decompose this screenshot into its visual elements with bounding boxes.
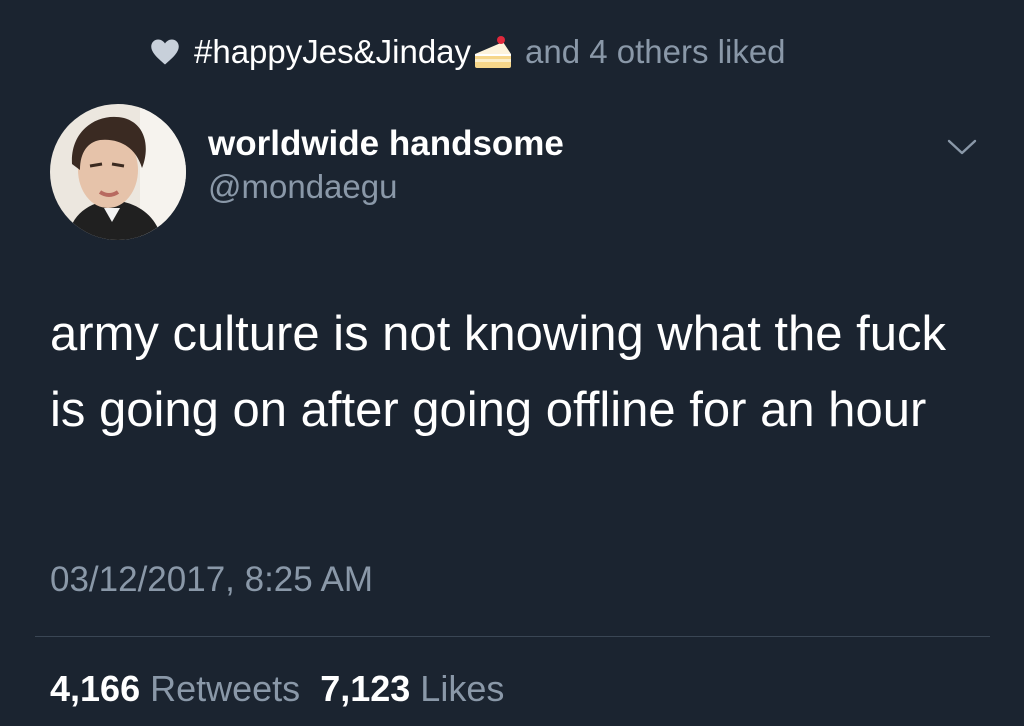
cake-icon	[475, 36, 512, 68]
tweet-author[interactable]: worldwide handsome @mondaegu	[50, 104, 564, 240]
tweet-timestamp: 03/12/2017, 8:25 AM	[50, 560, 374, 599]
chevron-down-icon[interactable]	[946, 134, 978, 158]
social-context[interactable]: #happyJes&Jinday and 4 others liked	[150, 30, 786, 74]
likes-stat[interactable]: 7,123 Likes	[320, 668, 524, 709]
likes-label: Likes	[420, 668, 505, 709]
liked-suffix: and 4 others liked	[525, 33, 786, 70]
avatar[interactable]	[50, 104, 186, 240]
divider	[35, 636, 990, 637]
liked-by-user[interactable]: #happyJes&Jinday	[194, 33, 471, 71]
retweets-count: 4,166	[50, 668, 141, 709]
retweets-stat[interactable]: 4,166 Retweets	[50, 668, 320, 709]
tweet-stats: 4,166 Retweets 7,123 Likes	[50, 668, 524, 710]
tweet-text: army culture is not knowing what the fuc…	[50, 307, 947, 437]
retweets-label: Retweets	[150, 668, 301, 709]
heart-icon	[151, 39, 179, 65]
display-name[interactable]: worldwide handsome	[208, 122, 564, 166]
user-handle[interactable]: @mondaegu	[208, 166, 564, 208]
likes-count: 7,123	[320, 668, 411, 709]
